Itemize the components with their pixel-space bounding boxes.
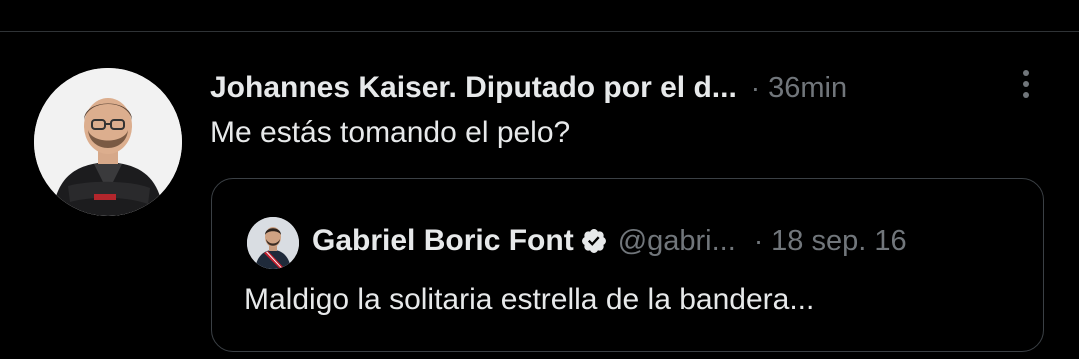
- quote-author-handle[interactable]: @gabri...: [618, 225, 736, 258]
- quote-header: Gabriel Boric Font @gabri... · 18 sep. 1…: [312, 221, 907, 261]
- quote-text: Maldigo la solitaria estrella de la band…: [244, 283, 815, 316]
- more-options-icon[interactable]: [1006, 64, 1046, 104]
- separator-dot: ·: [753, 225, 764, 256]
- quote-author-name[interactable]: Gabriel Boric Font: [312, 224, 574, 258]
- quote-date[interactable]: 18 sep. 16: [771, 225, 906, 258]
- person-avatar-icon: [34, 68, 182, 216]
- author-avatar[interactable]: [34, 68, 182, 216]
- separator-dot: ·: [750, 72, 761, 103]
- tweet-timestamp[interactable]: 36min: [768, 72, 847, 105]
- more-dot: [1023, 81, 1029, 87]
- tweet-header: Johannes Kaiser. Diputado por el d... · …: [210, 68, 847, 108]
- verified-badge-icon: [581, 229, 606, 253]
- quoted-tweet-card[interactable]: Gabriel Boric Font @gabri... · 18 sep. 1…: [211, 178, 1044, 352]
- more-dot: [1023, 92, 1029, 98]
- tweet-text: Me estás tomando el pelo?: [210, 116, 571, 149]
- quote-author-avatar[interactable]: [247, 217, 299, 269]
- author-name[interactable]: Johannes Kaiser. Diputado por el d...: [210, 71, 737, 105]
- tweet[interactable]: Johannes Kaiser. Diputado por el d... · …: [0, 32, 1079, 359]
- person-avatar-icon: [247, 217, 299, 269]
- more-dot: [1023, 70, 1029, 76]
